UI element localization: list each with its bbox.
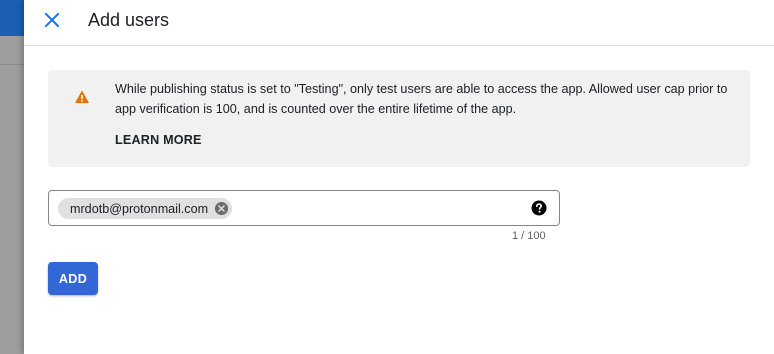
remove-chip-icon[interactable] xyxy=(214,201,229,216)
close-icon xyxy=(44,12,60,28)
panel-header: Add users xyxy=(24,0,774,46)
learn-more-link[interactable]: LEARN MORE xyxy=(115,133,202,147)
add-users-panel: Add users While publishing status is set… xyxy=(24,0,774,354)
notice-text: While publishing status is set to "Testi… xyxy=(115,82,728,116)
user-email-input[interactable]: mrdotb@protonmail.com xyxy=(48,190,560,226)
warning-icon xyxy=(75,90,89,103)
user-chip-label: mrdotb@protonmail.com xyxy=(70,201,209,216)
user-count: 1 / 100 xyxy=(512,230,546,242)
background-header-bar xyxy=(0,0,24,36)
background-page xyxy=(0,0,24,354)
testing-status-notice: While publishing status is set to "Testi… xyxy=(48,70,750,167)
help-circle-icon[interactable] xyxy=(531,200,547,216)
background-divider xyxy=(0,64,24,65)
add-button[interactable]: ADD xyxy=(48,262,98,295)
user-chip: mrdotb@protonmail.com xyxy=(58,198,233,219)
page-title: Add users xyxy=(88,10,170,30)
close-button[interactable] xyxy=(40,8,64,32)
